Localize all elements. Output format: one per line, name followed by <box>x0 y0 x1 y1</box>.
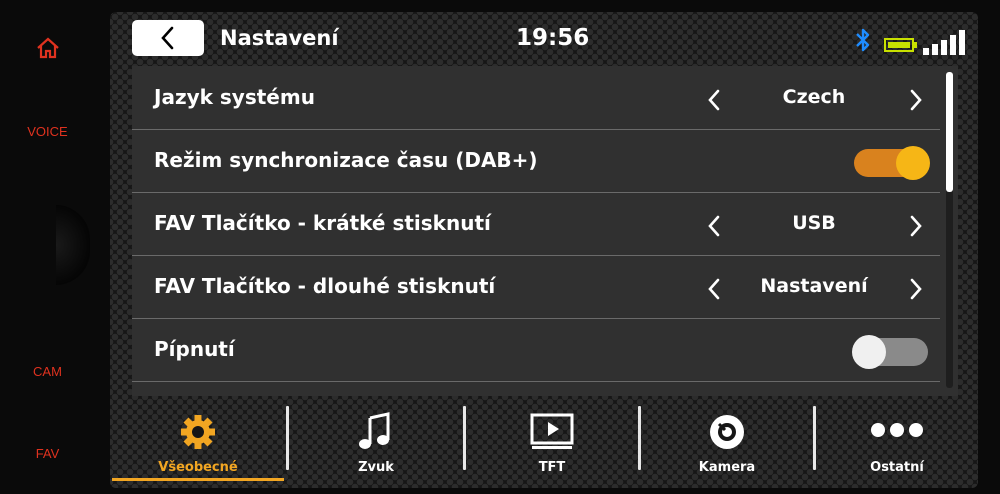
setting-label: Pípnutí <box>154 337 235 361</box>
battery-icon <box>884 38 917 52</box>
clock: 19:56 <box>516 25 590 51</box>
hardware-home-button[interactable] <box>0 36 95 63</box>
setting-row-system-language[interactable]: Jazyk systému Czech <box>132 68 940 130</box>
tab-general[interactable]: Všeobecné <box>110 398 286 482</box>
setting-label: FAV Tlačítko - krátké stisknutí <box>154 211 491 235</box>
beep-toggle[interactable] <box>852 335 928 369</box>
chevron-left-icon <box>161 26 174 50</box>
toggle-knob <box>852 335 886 369</box>
home-icon <box>36 37 59 59</box>
tab-label: Zvuk <box>358 460 394 475</box>
setting-value: Czech <box>782 86 846 108</box>
device-bezel: VOICE CAM FAV Nastavení 19:56 Jazyk syst… <box>0 0 1000 494</box>
dab-time-sync-toggle[interactable] <box>854 146 930 180</box>
setting-row-fav-long-press[interactable]: FAV Tlačítko - dlouhé stisknutí Nastaven… <box>132 257 940 319</box>
status-bar: Nastavení 19:56 <box>110 12 978 64</box>
active-tab-indicator <box>112 478 284 481</box>
touch-screen: Nastavení 19:56 Jazyk systému Czech Reži… <box>110 12 978 488</box>
volume-knob[interactable] <box>56 205 90 285</box>
tft-play-icon <box>530 413 574 449</box>
setting-row-beep[interactable]: Pípnutí <box>132 320 940 382</box>
toggle-knob <box>896 146 930 180</box>
gear-icon <box>181 415 215 449</box>
setting-row-dab-time-sync[interactable]: Režim synchronizace času (DAB+) <box>132 131 940 193</box>
more-dots-icon <box>871 423 923 437</box>
bluetooth-icon <box>856 28 870 52</box>
tab-other[interactable]: Ostatní <box>816 398 978 482</box>
setting-value: Nastavení <box>760 275 868 297</box>
tab-tft[interactable]: TFT <box>466 398 638 482</box>
page-title: Nastavení <box>220 26 339 50</box>
setting-label: Režim synchronizace času (DAB+) <box>154 148 538 172</box>
setting-label: FAV Tlačítko - dlouhé stisknutí <box>154 274 496 298</box>
settings-list: Jazyk systému Czech Režim synchronizace … <box>132 66 958 396</box>
chevron-left-icon[interactable] <box>706 277 722 301</box>
music-note-icon <box>359 412 390 449</box>
tab-label: Kamera <box>698 460 756 475</box>
setting-row-fav-short-press[interactable]: FAV Tlačítko - krátké stisknutí USB <box>132 194 940 256</box>
tab-camera[interactable]: Kamera <box>641 398 813 482</box>
back-button[interactable] <box>132 20 204 56</box>
hardware-fav-button[interactable]: FAV <box>0 446 95 461</box>
scrollbar-thumb[interactable] <box>946 72 953 192</box>
hardware-voice-button[interactable]: VOICE <box>0 124 95 139</box>
signal-strength-icon <box>923 30 965 55</box>
chevron-right-icon[interactable] <box>908 277 924 301</box>
tab-label: Ostatní <box>870 460 924 475</box>
chevron-left-icon[interactable] <box>706 88 722 112</box>
bottom-tab-bar: Všeobecné Zvuk TFT Kamera Ostatní <box>110 398 978 488</box>
tab-sound[interactable]: Zvuk <box>289 398 463 482</box>
camera-icon <box>710 415 744 449</box>
chevron-right-icon[interactable] <box>908 214 924 238</box>
hardware-cam-button[interactable]: CAM <box>0 364 95 379</box>
chevron-left-icon[interactable] <box>706 214 722 238</box>
chevron-right-icon[interactable] <box>908 88 924 112</box>
setting-label: Jazyk systému <box>154 85 315 109</box>
tab-label: TFT <box>538 460 566 475</box>
setting-value: USB <box>792 212 836 234</box>
tab-label: Všeobecné <box>158 460 238 475</box>
